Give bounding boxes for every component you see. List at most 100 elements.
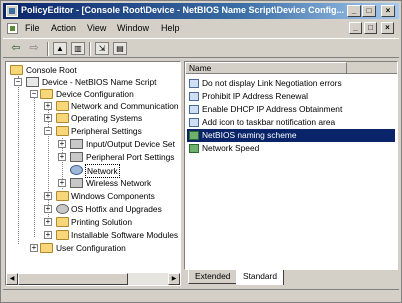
- folder-open-icon: [40, 89, 53, 99]
- tree-node-os-hotfix[interactable]: + OS Hotfix and Upgrades: [6, 203, 180, 215]
- tree-node-label: Operating Systems: [71, 113, 143, 123]
- menu-action[interactable]: Action: [51, 23, 76, 33]
- window-title: PolicyEditor - [Console Root\Device - Ne…: [21, 5, 345, 15]
- expand-icon[interactable]: +: [44, 102, 52, 110]
- mdi-minimize-button[interactable]: _: [349, 22, 362, 34]
- tree-node-input-output[interactable]: + Input/Output Device Set: [6, 138, 180, 150]
- show-tree-icon[interactable]: ▥: [71, 42, 85, 55]
- folder-icon: [56, 101, 69, 111]
- device-icon: [70, 139, 83, 149]
- tree-node-label: User Configuration: [56, 243, 126, 253]
- list-item[interactable]: Do not display Link Negotiation errors: [187, 77, 395, 90]
- tree-node-label: Windows Components: [71, 191, 155, 201]
- policy-setting-icon: [189, 118, 199, 127]
- tree-node-peripheral-settings[interactable]: − Peripheral Settings: [6, 125, 180, 137]
- policy-setting-icon: [189, 92, 199, 101]
- list-item-label: Prohibit IP Address Renewal: [202, 91, 308, 101]
- tree-node-printing-solution[interactable]: + Printing Solution: [6, 216, 180, 228]
- list-item-selected[interactable]: NetBIOS naming scheme: [187, 129, 395, 142]
- collapse-icon[interactable]: −: [30, 90, 38, 98]
- view-tabs: Extended Standard: [184, 270, 398, 286]
- tree-node-wireless-network[interactable]: + Wireless Network: [6, 177, 180, 189]
- folder-icon: [56, 191, 69, 201]
- minimize-button[interactable]: _: [347, 5, 361, 17]
- tree-node-windows-components[interactable]: + Windows Components: [6, 190, 180, 202]
- expand-icon[interactable]: +: [58, 153, 66, 161]
- collapse-icon[interactable]: −: [44, 127, 52, 135]
- list-item-label: Network Speed: [202, 143, 260, 153]
- app-icon[interactable]: [6, 5, 18, 17]
- up-folder-icon[interactable]: ▲: [53, 42, 67, 55]
- list-item-label: NetBIOS naming scheme: [202, 130, 297, 140]
- list-item-label: Add icon to taskbar notification area: [202, 117, 336, 127]
- maximize-button[interactable]: □: [362, 5, 376, 17]
- folder-icon: [40, 243, 53, 253]
- document-system-icon[interactable]: [7, 23, 18, 34]
- menu-window[interactable]: Window: [117, 23, 149, 33]
- scroll-right-icon[interactable]: ▶: [168, 273, 180, 285]
- column-header-label: Name: [189, 63, 212, 73]
- menu-help[interactable]: Help: [161, 23, 180, 33]
- wireless-icon: [70, 178, 83, 188]
- tree-pane[interactable]: Console Root − Device - NetBIOS Name Scr…: [5, 61, 181, 286]
- menu-view[interactable]: View: [87, 23, 106, 33]
- expand-icon[interactable]: +: [58, 179, 66, 187]
- tree-node-label: Peripheral Settings: [71, 126, 142, 136]
- tree-node-installable-software[interactable]: + Installable Software Modules: [6, 229, 180, 241]
- tree-horizontal-scrollbar[interactable]: ◀ ▶: [6, 273, 180, 285]
- mdi-close-button[interactable]: ×: [381, 22, 394, 34]
- expand-icon[interactable]: +: [44, 114, 52, 122]
- expand-icon[interactable]: +: [58, 140, 66, 148]
- policy-setting-enabled-icon: [189, 131, 199, 140]
- tree-node-label: Device - NetBIOS Name Script: [42, 77, 157, 87]
- collapse-icon[interactable]: −: [14, 78, 22, 86]
- status-bar: [3, 289, 399, 301]
- scrollbar-thumb[interactable]: [18, 273, 128, 285]
- export-list-icon[interactable]: ⇲: [95, 42, 109, 55]
- folder-open-icon: [56, 126, 69, 136]
- tree-node-label: Input/Output Device Set: [86, 139, 175, 149]
- tab-extended[interactable]: Extended: [188, 270, 238, 284]
- tree-node-device-script[interactable]: − Device - NetBIOS Name Script: [6, 76, 180, 88]
- list-item[interactable]: Add icon to taskbar notification area: [187, 116, 395, 129]
- list-item[interactable]: Network Speed: [187, 142, 395, 155]
- policy-setting-enabled-icon: [189, 144, 199, 153]
- app-window: PolicyEditor - [Console Root\Device - Ne…: [0, 0, 402, 303]
- tree-node-label: Network and Communication: [71, 101, 179, 111]
- tree-node-network-communication[interactable]: + Network and Communication: [6, 100, 180, 112]
- back-arrow-icon[interactable]: ⇦: [9, 42, 23, 55]
- folder-icon: [56, 113, 69, 123]
- folder-icon: [10, 65, 23, 75]
- expand-icon[interactable]: +: [44, 192, 52, 200]
- tree-node-operating-systems[interactable]: + Operating Systems: [6, 112, 180, 124]
- list-item[interactable]: Prohibit IP Address Renewal: [187, 90, 395, 103]
- title-bar[interactable]: PolicyEditor - [Console Root\Device - Ne…: [3, 3, 399, 19]
- expand-icon[interactable]: +: [44, 231, 52, 239]
- gear-icon: [56, 204, 69, 214]
- tree-node-label: Network: [85, 164, 120, 178]
- tree-node-device-configuration[interactable]: − Device Configuration: [6, 88, 180, 100]
- tab-standard[interactable]: Standard: [236, 270, 284, 285]
- tree-node-user-configuration[interactable]: + User Configuration: [6, 242, 180, 254]
- list-item-label: Do not display Link Negotiation errors: [202, 78, 342, 88]
- mdi-restore-button[interactable]: □: [364, 22, 377, 34]
- tree-node-peripheral-port[interactable]: + Peripheral Port Settings: [6, 151, 180, 163]
- forward-arrow-icon[interactable]: ⇨: [27, 42, 41, 55]
- menu-file[interactable]: File: [25, 23, 40, 33]
- properties-icon[interactable]: ▤: [113, 42, 127, 55]
- folder-icon: [56, 230, 69, 240]
- close-button[interactable]: ×: [381, 5, 395, 17]
- details-pane[interactable]: Name Do not display Link Negotiation err…: [184, 61, 398, 270]
- folder-icon: [56, 217, 69, 227]
- script-icon: [26, 77, 39, 87]
- policy-setting-icon: [189, 105, 199, 114]
- network-icon: [70, 165, 83, 175]
- expand-icon[interactable]: +: [44, 205, 52, 213]
- expand-icon[interactable]: +: [44, 218, 52, 226]
- scroll-left-icon[interactable]: ◀: [6, 273, 18, 285]
- name-column-header[interactable]: Name: [185, 62, 397, 74]
- tree-node-console-root[interactable]: Console Root: [6, 64, 180, 76]
- list-item[interactable]: Enable DHCP IP Address Obtainment: [187, 103, 395, 116]
- tree-node-network[interactable]: Network: [6, 164, 180, 178]
- expand-icon[interactable]: +: [30, 244, 38, 252]
